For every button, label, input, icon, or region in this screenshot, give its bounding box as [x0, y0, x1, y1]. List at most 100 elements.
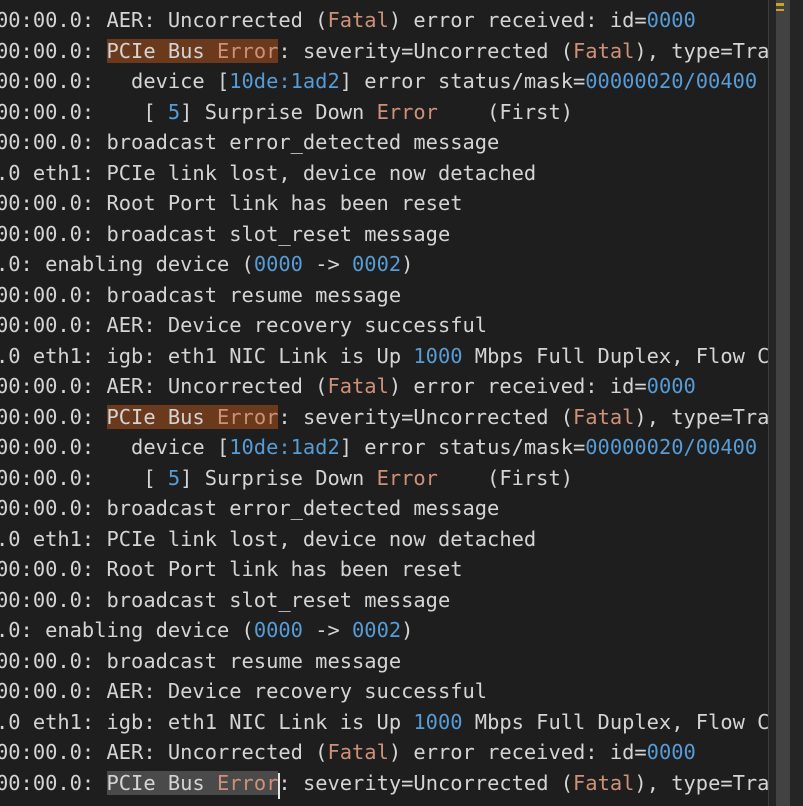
log-text: ->	[302, 618, 353, 642]
log-text: 00:00.0: device [	[0, 435, 230, 459]
log-line[interactable]: .0 eth1: igb: eth1 NIC Link is Up 1000 M…	[0, 341, 768, 371]
log-line[interactable]: 00:00.0: AER: Uncorrected (Fatal) error …	[0, 371, 696, 401]
log-text: 00:00.0: [	[0, 99, 168, 124]
log-text: 00:00.0: broadcast slot_reset message	[0, 221, 451, 246]
log-text: 00:00.0:	[0, 770, 107, 795]
log-text: 00:00.0: device [	[0, 69, 230, 93]
search-match-highlight: Error	[217, 404, 279, 429]
log-line[interactable]: 00:00.0: AER: Device recovery successful	[0, 676, 487, 706]
log-text: ) error received: id=	[388, 374, 647, 398]
log-text: .0 eth1: PCIe link lost, device now deta…	[0, 526, 537, 551]
log-line[interactable]: 00:00.0: broadcast slot_reset message	[0, 219, 450, 249]
keyword-highlight: Fatal	[327, 740, 389, 764]
log-text: : severity=Uncorrected (	[278, 38, 574, 63]
numeric-literal: 10de:1ad2	[229, 435, 340, 459]
log-line[interactable]: .0 eth1: PCIe link lost, device now deta…	[0, 524, 536, 554]
log-line[interactable]: 00:00.0: device [10de:1ad2] error status…	[0, 432, 757, 462]
log-text: ), type=Tra	[634, 404, 768, 429]
log-text: 00:00.0:	[0, 38, 107, 63]
numeric-literal: 00000020/00400	[585, 435, 758, 459]
log-text: ) error received: id=	[388, 8, 647, 32]
log-text: .0 eth1: PCIe link lost, device now deta…	[0, 160, 537, 185]
log-line[interactable]: 00:00.0: device [10de:1ad2] error status…	[0, 66, 757, 96]
log-line[interactable]: .0 eth1: igb: eth1 NIC Link is Up 1000 M…	[0, 707, 768, 737]
log-text: ->	[302, 252, 353, 276]
log-line[interactable]: 00:00.0: [ 5] Surprise Down Error (First…	[0, 97, 573, 127]
log-text: 00:00.0: broadcast slot_reset message	[0, 587, 451, 612]
log-text-area[interactable]: 00:00.0: AER: Uncorrected (Fatal) error …	[0, 0, 768, 806]
search-match-highlight: PCIe Bus	[106, 404, 217, 429]
log-line[interactable]: 00:00.0: Root Port link has been reset	[0, 188, 463, 218]
log-text: )	[401, 618, 414, 642]
log-line[interactable]: 00:00.0: [ 5] Surprise Down Error (First…	[0, 463, 573, 493]
log-text: 00:00.0: broadcast resume message	[0, 648, 402, 673]
keyword-highlight: Fatal	[327, 8, 389, 32]
search-match-highlight: PCIe Bus	[106, 770, 217, 795]
log-text: 00:00.0:	[0, 404, 107, 429]
numeric-literal: 10de:1ad2	[229, 69, 340, 93]
log-line[interactable]: 00:00.0: AER: Device recovery successful	[0, 310, 487, 340]
log-line[interactable]: .0: enabling device (0000 -> 0002)	[0, 249, 413, 279]
keyword-highlight: Fatal	[573, 770, 635, 795]
numeric-literal: 0002	[352, 618, 402, 642]
log-text: 00:00.0: AER: Device recovery successful	[0, 679, 488, 703]
log-line[interactable]: 00:00.0: AER: Uncorrected (Fatal) error …	[0, 737, 696, 767]
numeric-literal: 5	[167, 465, 181, 490]
scrollbar-thumb[interactable]	[776, 0, 790, 806]
log-line[interactable]: 00:00.0: AER: Uncorrected (Fatal) error …	[0, 5, 696, 35]
log-text: 00:00.0: AER: Uncorrected (	[0, 374, 328, 398]
keyword-highlight: Error	[376, 465, 438, 490]
log-text: ] Surprise Down	[180, 465, 377, 490]
log-text: .0 eth1: igb: eth1 NIC Link is Up	[0, 343, 414, 368]
overview-ruler-match-mark	[776, 3, 784, 6]
log-text: 00:00.0: broadcast error_detected messag…	[0, 496, 500, 520]
numeric-literal: 00000020/00400	[585, 69, 758, 93]
log-text: 00:00.0: AER: Device recovery successful	[0, 313, 488, 337]
search-match-highlight: PCIe Bus	[106, 38, 217, 63]
numeric-literal: 0000	[253, 252, 303, 276]
log-line[interactable]: 00:00.0: PCIe Bus Error: severity=Uncorr…	[0, 768, 768, 798]
log-text: Mbps Full Duplex, Flow C	[462, 343, 768, 368]
search-match-highlight: Error	[217, 770, 279, 795]
log-line[interactable]: .0 eth1: PCIe link lost, device now deta…	[0, 158, 536, 188]
log-text: 00:00.0: AER: Uncorrected (	[0, 8, 328, 32]
log-line[interactable]: 00:00.0: PCIe Bus Error: severity=Uncorr…	[0, 36, 768, 66]
numeric-literal: 0000	[646, 8, 696, 32]
log-text: 00:00.0: Root Port link has been reset	[0, 191, 463, 215]
keyword-highlight: Fatal	[573, 38, 635, 63]
log-line[interactable]: 00:00.0: broadcast error_detected messag…	[0, 493, 499, 523]
numeric-literal: 0000	[646, 374, 696, 398]
log-line[interactable]: 00:00.0: broadcast error_detected messag…	[0, 127, 499, 157]
overview-ruler-match-mark	[776, 9, 784, 11]
numeric-literal: 0000	[253, 618, 303, 642]
log-text: 00:00.0: [	[0, 465, 168, 490]
log-text: )	[401, 252, 414, 276]
log-text: ), type=Tra	[634, 770, 768, 795]
log-text: 00:00.0: broadcast error_detected messag…	[0, 130, 500, 154]
keyword-highlight: Fatal	[573, 404, 635, 429]
numeric-literal: 0000	[646, 740, 696, 764]
log-text: 00:00.0: Root Port link has been reset	[0, 557, 463, 581]
numeric-literal: 5	[167, 99, 181, 124]
keyword-highlight: Error	[376, 99, 438, 124]
log-line[interactable]: .0: enabling device (0000 -> 0002)	[0, 615, 413, 645]
search-match-highlight: Error	[217, 38, 279, 63]
log-text: : severity=Uncorrected (	[278, 770, 574, 795]
log-text: .0 eth1: igb: eth1 NIC Link is Up	[0, 709, 414, 734]
log-line[interactable]: 00:00.0: Root Port link has been reset	[0, 554, 463, 584]
numeric-literal: 1000	[413, 343, 463, 368]
log-editor[interactable]: 00:00.0: AER: Uncorrected (Fatal) error …	[0, 0, 803, 806]
log-line[interactable]: 00:00.0: PCIe Bus Error: severity=Uncorr…	[0, 402, 768, 432]
numeric-literal: 0002	[352, 252, 402, 276]
log-text: : severity=Uncorrected (	[278, 404, 574, 429]
log-text: 00:00.0: AER: Uncorrected (	[0, 740, 328, 764]
log-line[interactable]: 00:00.0: broadcast resume message	[0, 280, 401, 310]
log-text: ) error received: id=	[388, 740, 647, 764]
log-line[interactable]: 00:00.0: broadcast resume message	[0, 646, 401, 676]
log-text: .0: enabling device (	[0, 252, 254, 276]
log-text: 00:00.0: broadcast resume message	[0, 282, 402, 307]
log-text: ] Surprise Down	[180, 99, 377, 124]
log-text: (First)	[437, 99, 574, 124]
log-line[interactable]: 00:00.0: broadcast slot_reset message	[0, 585, 450, 615]
log-text: .0: enabling device (	[0, 618, 254, 642]
